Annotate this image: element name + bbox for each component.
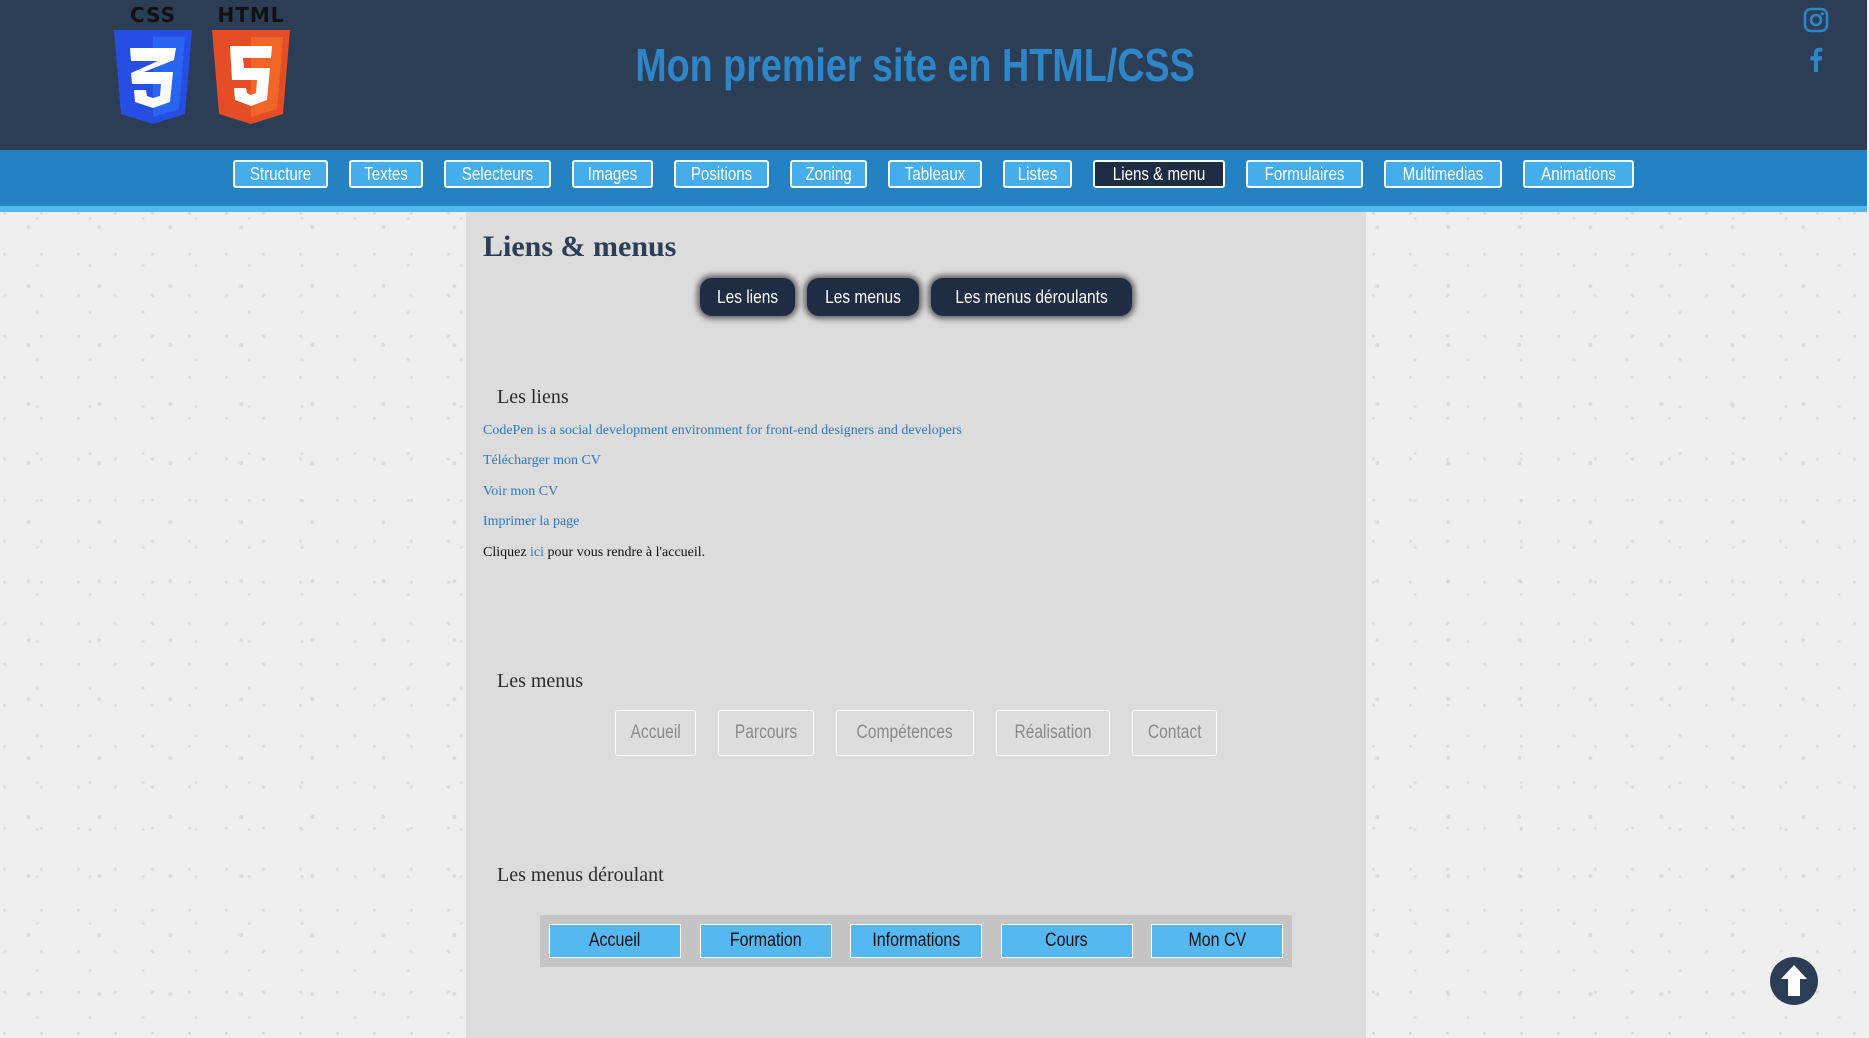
dropdown-item-informations[interactable]: Informations: [850, 924, 982, 958]
nav-item-animations[interactable]: Animations: [1523, 160, 1635, 188]
tab-label: Les menus: [825, 286, 901, 307]
link-imprimer-page[interactable]: Imprimer la page: [483, 514, 579, 530]
nav-item-formulaires[interactable]: Formulaires: [1246, 160, 1364, 188]
site-header: CSS HTML Mon premier site en HTML/CSS: [0, 0, 1867, 150]
link-voir-cv[interactable]: Voir mon CV: [483, 484, 558, 500]
nav-item-listes[interactable]: Listes: [1003, 160, 1073, 188]
menu-item-label: Accueil: [630, 722, 681, 743]
menus-section-title: Les menus: [497, 670, 584, 692]
nav-item-textes[interactable]: Textes: [348, 160, 423, 188]
menu-item-accueil[interactable]: Accueil: [615, 710, 697, 756]
nav-item-zoning[interactable]: Zoning: [789, 160, 867, 188]
dropdown-item-accueil[interactable]: Accueil: [549, 924, 681, 958]
html5-logo-caption: HTML: [217, 3, 285, 27]
nav-item-images[interactable]: Images: [571, 160, 653, 188]
link-telecharger-cv[interactable]: Télécharger mon CV: [483, 453, 601, 469]
facebook-icon[interactable]: [1803, 46, 1829, 72]
dropdown-item-label: Cours: [1045, 930, 1088, 951]
dropdown-item-mon-cv[interactable]: Mon CV: [1151, 924, 1283, 958]
main-nav: Structure Textes Selecteurs Images Posit…: [0, 150, 1867, 212]
nav-item-label: Animations: [1541, 164, 1617, 184]
home-line-before: Cliquez: [483, 545, 531, 560]
home-line-after: pour vous rendre à l'accueil.: [544, 545, 706, 560]
tab-les-liens[interactable]: Les liens: [699, 278, 795, 316]
dropdown-item-label: Informations: [872, 930, 960, 951]
dropdown-item-label: Accueil: [589, 930, 641, 951]
main-content: Liens & menus Les liens Les menus Les me…: [466, 212, 1366, 1038]
nav-item-label: Zoning: [805, 164, 852, 184]
dropdown-section-title: Les menus déroulant: [497, 864, 664, 886]
menu-item-parcours[interactable]: Parcours: [718, 710, 815, 756]
section-tabs: Les liens Les menus Les menus déroulants: [466, 278, 1366, 316]
menu-item-label: Compétences: [856, 722, 953, 743]
arrow-up-circle-icon[interactable]: [1769, 956, 1819, 1006]
menu-item-label: Contact: [1147, 722, 1202, 743]
home-link-sentence: Cliquez ici pour vous rendre à l'accueil…: [483, 545, 705, 561]
page-heading: Liens & menus: [483, 230, 677, 263]
dropdown-item-formation[interactable]: Formation: [699, 924, 832, 958]
nav-item-label: Textes: [363, 164, 408, 184]
links-section-title: Les liens: [497, 386, 569, 408]
tab-label: Les liens: [716, 286, 778, 307]
nav-list: Structure Textes Selecteurs Images Posit…: [0, 160, 1867, 188]
site-title: Mon premier site en HTML/CSS: [635, 39, 1195, 91]
nav-item-label: Multimedias: [1402, 164, 1484, 184]
tab-label: Les menus déroulants: [955, 286, 1108, 307]
nav-item-label: Selecteurs: [461, 164, 534, 184]
tab-les-menus[interactable]: Les menus: [806, 278, 919, 316]
menu-item-label: Parcours: [735, 722, 798, 743]
nav-item-label: Formulaires: [1264, 164, 1345, 184]
page: CSS HTML Mon premier site en HTML/CSS St…: [0, 0, 1869, 1038]
nav-item-label: Structure: [249, 164, 311, 184]
simple-menu: Accueil Parcours Compétences Réalisation…: [466, 710, 1366, 756]
nav-item-structure[interactable]: Structure: [232, 160, 328, 188]
nav-item-label: Images: [587, 164, 638, 184]
dropdown-item-label: Formation: [729, 930, 802, 951]
nav-item-label: Listes: [1017, 164, 1058, 184]
nav-item-selecteurs[interactable]: Selecteurs: [443, 160, 551, 188]
dropdown-item-label: Mon CV: [1188, 930, 1246, 951]
menu-item-label: Réalisation: [1013, 722, 1092, 743]
nav-item-tableaux[interactable]: Tableaux: [887, 160, 983, 188]
css3-logo-caption: CSS: [130, 3, 176, 27]
nav-item-label: Tableaux: [904, 164, 966, 184]
nav-item-label: Positions: [690, 164, 753, 184]
link-codepen[interactable]: CodePen is a social development environm…: [483, 423, 962, 439]
nav-item-liens-menu[interactable]: Liens & menu: [1093, 160, 1226, 188]
menu-item-contact[interactable]: Contact: [1131, 710, 1217, 756]
tab-les-menus-deroulants[interactable]: Les menus déroulants: [931, 278, 1133, 316]
menu-item-competences[interactable]: Compétences: [836, 710, 974, 756]
nav-item-multimedias[interactable]: Multimedias: [1384, 160, 1503, 188]
dropdown-menu-bar: Accueil Formation Informations Cours Mon…: [540, 915, 1292, 967]
instagram-icon[interactable]: [1803, 7, 1829, 33]
dropdown-item-cours[interactable]: Cours: [1000, 924, 1133, 958]
nav-item-label: Liens & menu: [1112, 164, 1206, 184]
nav-item-positions[interactable]: Positions: [673, 160, 769, 188]
menu-item-realisation[interactable]: Réalisation: [995, 710, 1110, 756]
link-ici[interactable]: ici: [530, 545, 544, 560]
